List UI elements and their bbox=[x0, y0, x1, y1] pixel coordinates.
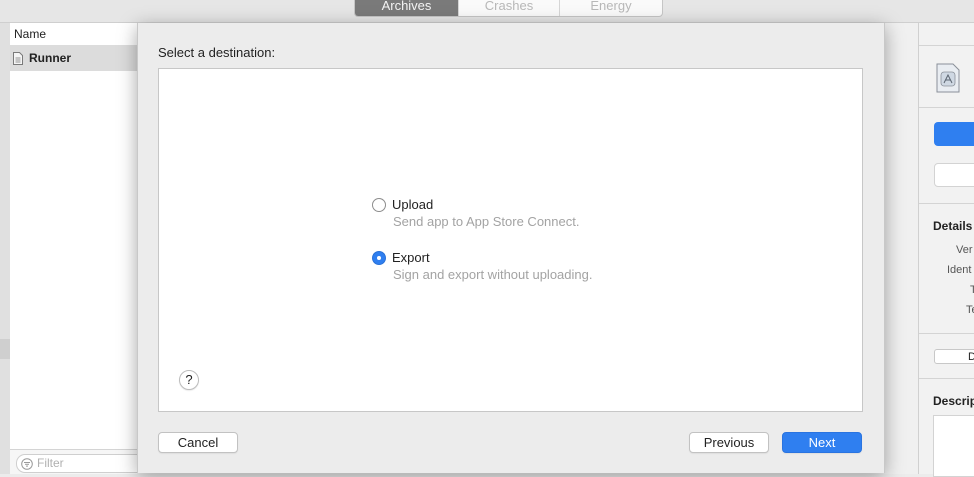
export-radio[interactable] bbox=[372, 251, 386, 265]
cancel-button[interactable]: Cancel bbox=[158, 432, 238, 453]
inspector-divider bbox=[919, 203, 974, 204]
distribute-app-button[interactable] bbox=[934, 122, 974, 146]
description-heading: Descrip bbox=[933, 394, 974, 408]
validate-app-button[interactable] bbox=[934, 163, 974, 187]
filter-bar: Filter bbox=[10, 449, 148, 474]
upload-radio[interactable] bbox=[372, 198, 386, 212]
upload-description: Send app to App Store Connect. bbox=[393, 214, 580, 229]
details-heading: Details bbox=[933, 219, 973, 233]
document-icon bbox=[13, 52, 23, 65]
upload-label: Upload bbox=[392, 197, 434, 212]
gutter-marker bbox=[0, 339, 10, 359]
inspector-divider bbox=[919, 45, 974, 46]
identifier-label: Ident bbox=[947, 264, 972, 276]
help-button[interactable]: ? bbox=[179, 370, 199, 390]
top-toolbar: Archives Crashes Energy bbox=[0, 0, 974, 23]
organizer-tabs: Archives Crashes Energy bbox=[354, 0, 663, 17]
filter-icon bbox=[21, 458, 33, 470]
tab-archives[interactable]: Archives bbox=[355, 0, 458, 16]
inspector-divider bbox=[919, 107, 974, 108]
list-item[interactable]: Runner bbox=[10, 46, 137, 71]
distribution-sheet: Select a destination: Upload Send app to… bbox=[137, 23, 885, 473]
name-column-header[interactable]: Name bbox=[10, 23, 137, 46]
download-debug-symbols-button[interactable]: D bbox=[934, 349, 974, 364]
type-label: T bbox=[970, 284, 974, 296]
filter-input[interactable]: Filter bbox=[16, 454, 148, 473]
description-field[interactable] bbox=[933, 415, 974, 477]
previous-button[interactable]: Previous bbox=[689, 432, 769, 453]
tab-crashes[interactable]: Crashes bbox=[458, 0, 559, 16]
next-button[interactable]: Next bbox=[782, 432, 862, 453]
team-label: Te bbox=[966, 304, 974, 316]
export-description: Sign and export without uploading. bbox=[393, 267, 593, 282]
inspector-divider bbox=[919, 333, 974, 334]
destination-options-box: Upload Send app to App Store Connect. Ex… bbox=[158, 68, 863, 412]
inspector-pane: Details Ver Ident T Te D Descrip bbox=[918, 23, 974, 477]
sheet-title: Select a destination: bbox=[158, 45, 276, 60]
export-label: Export bbox=[392, 250, 430, 265]
list-item-label: Runner bbox=[29, 51, 71, 65]
archive-list-pane: Name Runner Filter bbox=[10, 23, 148, 474]
app-icon bbox=[936, 63, 960, 93]
filter-placeholder: Filter bbox=[37, 456, 64, 470]
inspector-divider bbox=[919, 378, 974, 379]
tab-energy[interactable]: Energy bbox=[559, 0, 662, 16]
version-label: Ver bbox=[956, 244, 973, 256]
